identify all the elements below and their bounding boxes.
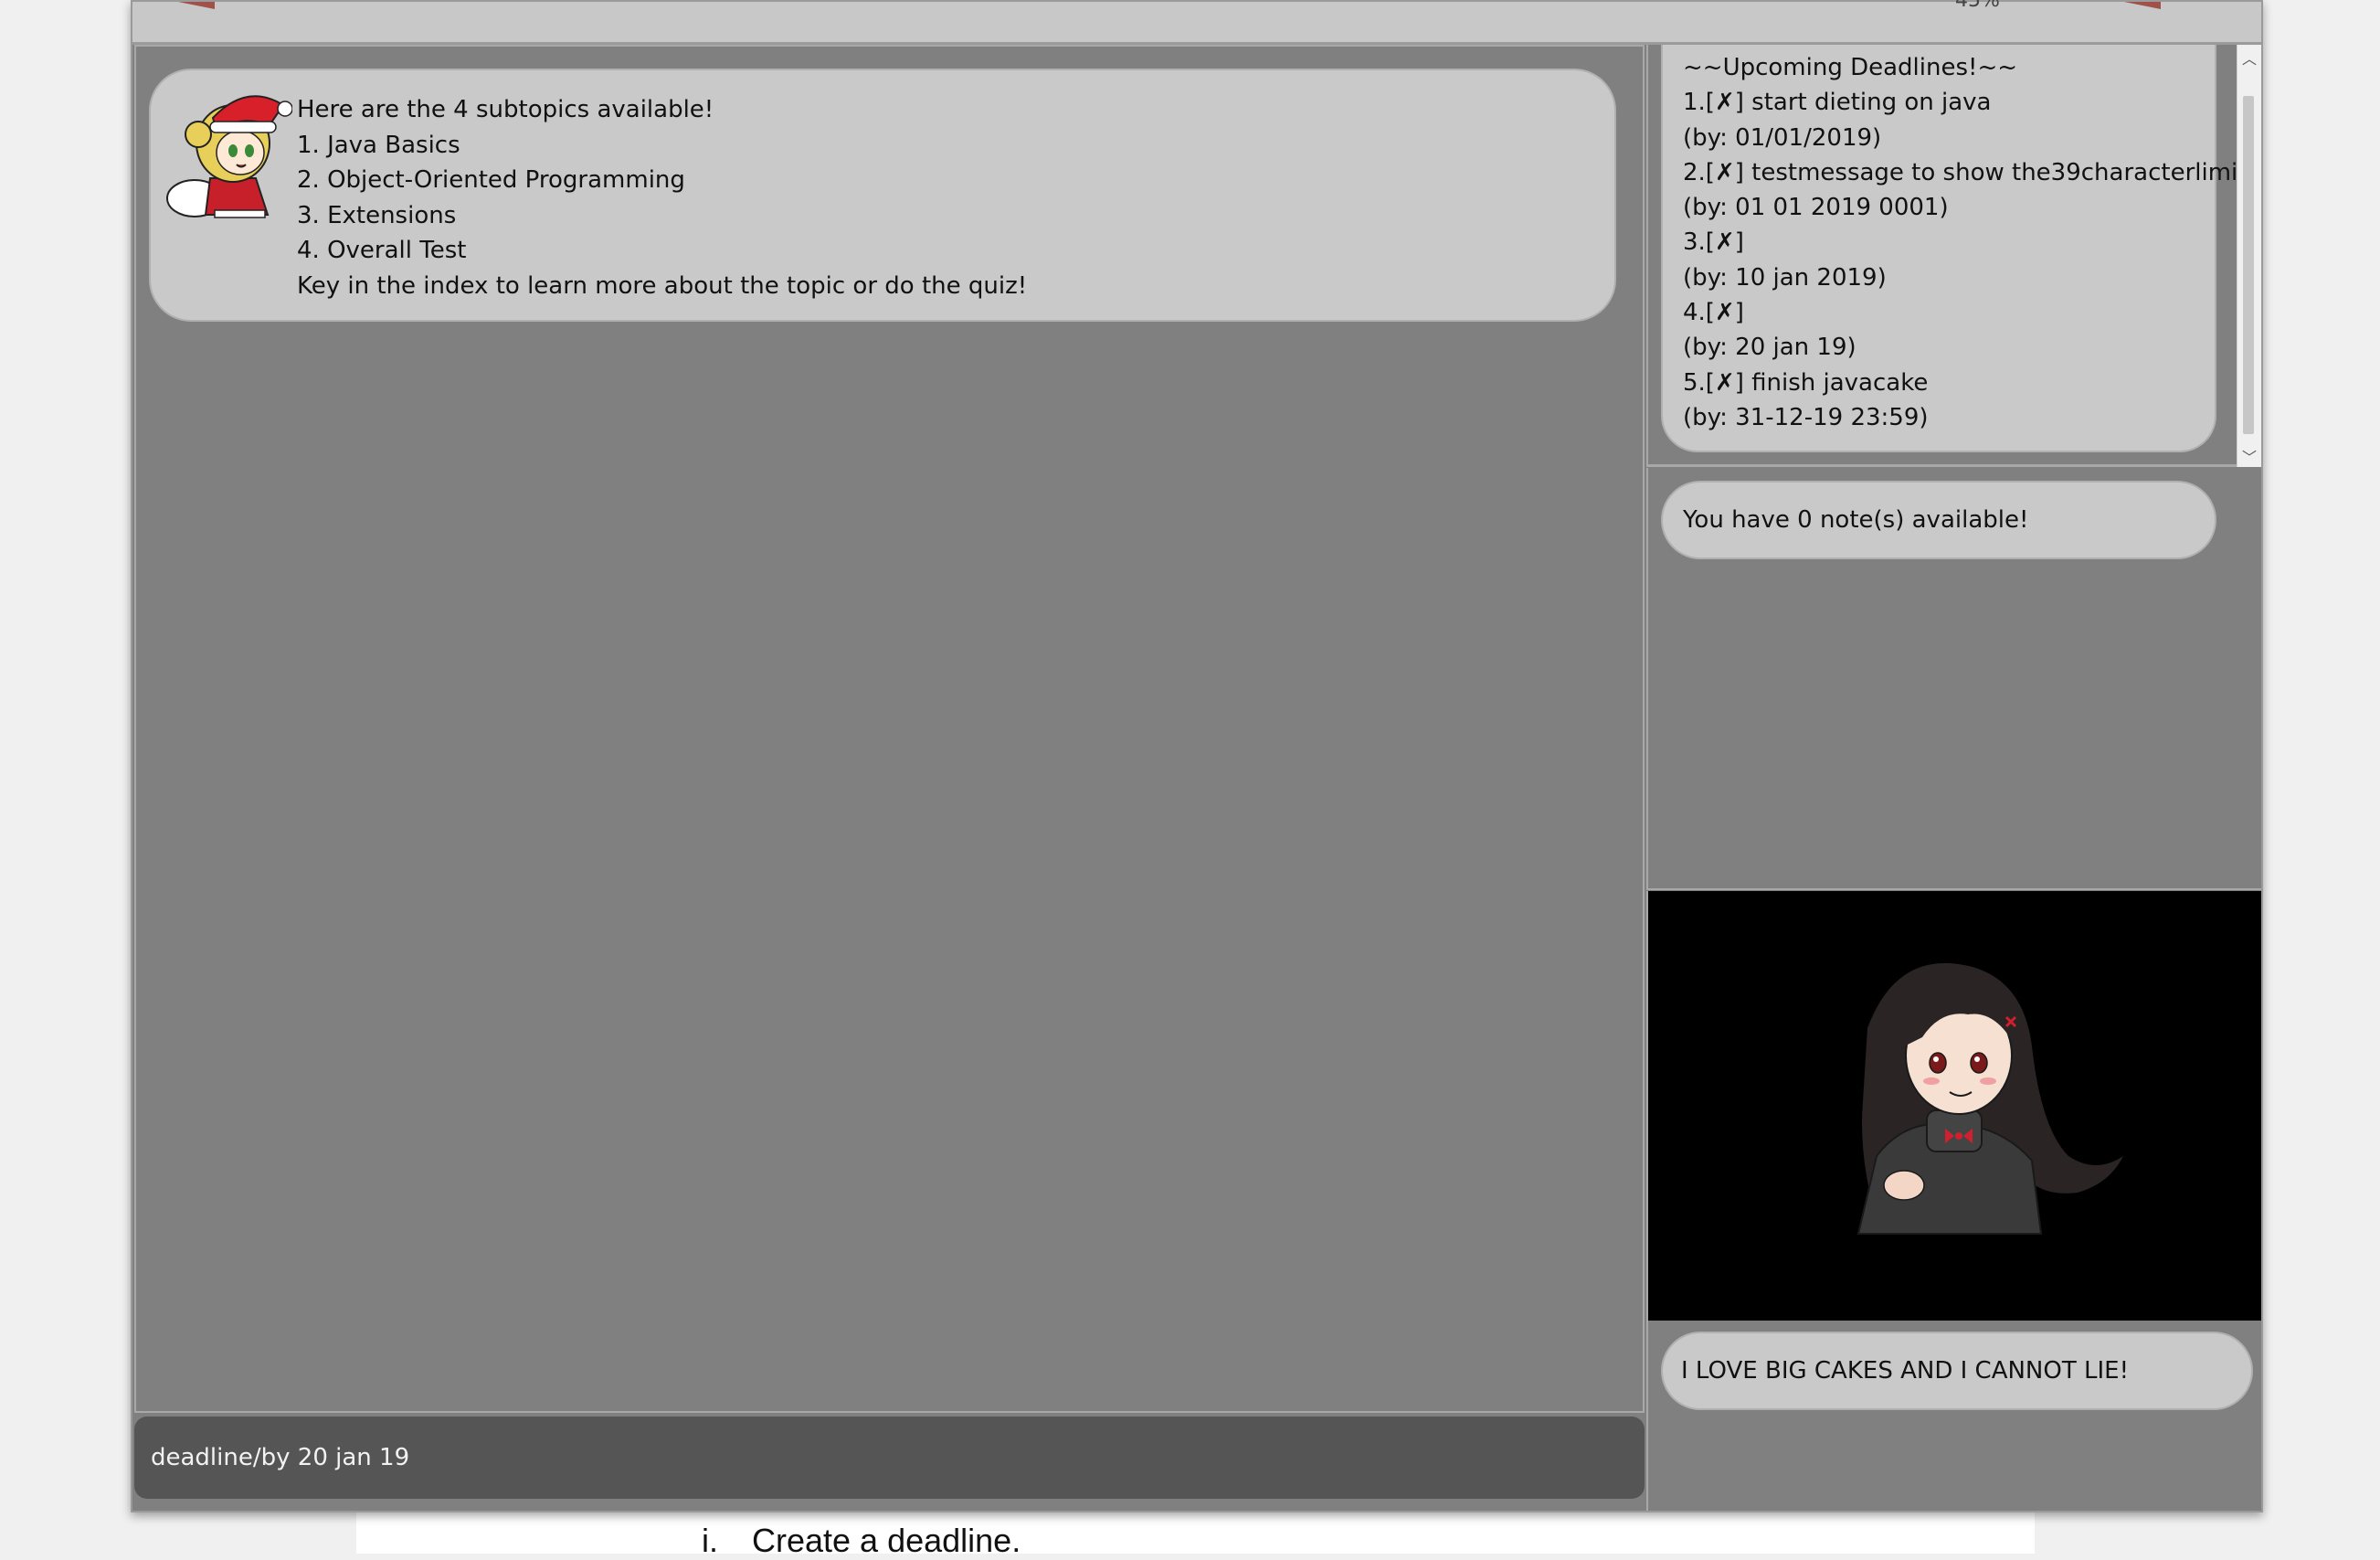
- text-line: 1.[✗] start dieting on java: [1683, 89, 1992, 117]
- top-bar-decoration-right: [2124, 2, 2161, 9]
- scrollbar-thumb[interactable]: [2243, 96, 2254, 434]
- text-line: (by: 20 jan 19): [1683, 334, 1856, 362]
- text-line: ~~Upcoming Deadlines!~~: [1683, 54, 2018, 81]
- background-document: [356, 1512, 2035, 1554]
- bot-message-text: Here are the 4 subtopics available! 1. Ja…: [297, 92, 1027, 303]
- scroll-up-icon[interactable]: ︿: [2242, 47, 2257, 68]
- text-line: 2. Object-Oriented Programming: [297, 166, 685, 194]
- deadlines-bubble: ~~Upcoming Deadlines!~~ 1.[✗] start dieti…: [1661, 45, 2247, 452]
- santa-hat-girl-icon: [160, 78, 293, 228]
- notes-pane: You have 0 note(s) available!: [1646, 468, 2261, 890]
- text-line: (by: 31-12-19 23:59): [1683, 403, 1929, 431]
- top-bar: 45%: [132, 0, 2261, 45]
- text-line: Here are the 4 subtopics available!: [297, 96, 714, 123]
- anime-girl-character-icon: [1856, 962, 2123, 1235]
- character-speech-pane: I LOVE BIG CAKES AND I CANNOT LIE!: [1646, 1321, 2261, 1511]
- app-window: 45% Here are the 4 subtopics available! …: [131, 0, 2263, 1512]
- scroll-down-icon[interactable]: ﹀: [2242, 445, 2257, 466]
- notes-bubble: You have 0 note(s) available!: [1661, 481, 2216, 559]
- chat-pane[interactable]: Here are the 4 subtopics available! 1. Ja…: [134, 45, 1645, 1413]
- text-line: (by: 10 jan 2019): [1683, 263, 1887, 292]
- text-line: 2.[✗] testmessage to show the39character…: [1683, 158, 2248, 186]
- background-document-line: i. Create a deadline.: [702, 1522, 1021, 1560]
- top-bar-decoration-left: [178, 2, 215, 9]
- text-line: (by: 01 01 2019 0001): [1683, 194, 1949, 222]
- notes-text: You have 0 note(s) available!: [1683, 506, 2029, 534]
- text-line: 4. Overall Test: [297, 237, 467, 264]
- list-marker: i.: [702, 1522, 718, 1559]
- progress-text: 45%: [1955, 0, 2000, 12]
- command-input[interactable]: deadline/by 20 jan 19: [134, 1417, 1645, 1499]
- deadlines-list: ~~Upcoming Deadlines!~~ 1.[✗] start dieti…: [1683, 50, 2247, 435]
- character-speech-bubble: I LOVE BIG CAKES AND I CANNOT LIE!: [1661, 1332, 2253, 1410]
- character-image-pane: [1646, 891, 2261, 1321]
- text-line: 3.[✗]: [1683, 228, 1744, 257]
- text-line: 3. Extensions: [297, 201, 457, 229]
- text-line: Key in the index to learn more about the…: [297, 271, 1028, 300]
- text-line: 5.[✗] finish javacake: [1683, 368, 1929, 397]
- deadlines-scrollbar[interactable]: ︿ ﹀: [2237, 45, 2261, 467]
- text-line: 4.[✗]: [1683, 299, 1744, 327]
- text-line: (by: 01/01/2019): [1683, 123, 1882, 152]
- text-line: 1. Java Basics: [297, 131, 460, 159]
- command-input-value: deadline/by 20 jan 19: [151, 1444, 410, 1471]
- bot-message-bubble: Here are the 4 subtopics available! 1. Ja…: [149, 69, 1616, 322]
- character-speech-text: I LOVE BIG CAKES AND I CANNOT LIE!: [1681, 1357, 2129, 1385]
- deadlines-pane[interactable]: ~~Upcoming Deadlines!~~ 1.[✗] start dieti…: [1646, 45, 2261, 467]
